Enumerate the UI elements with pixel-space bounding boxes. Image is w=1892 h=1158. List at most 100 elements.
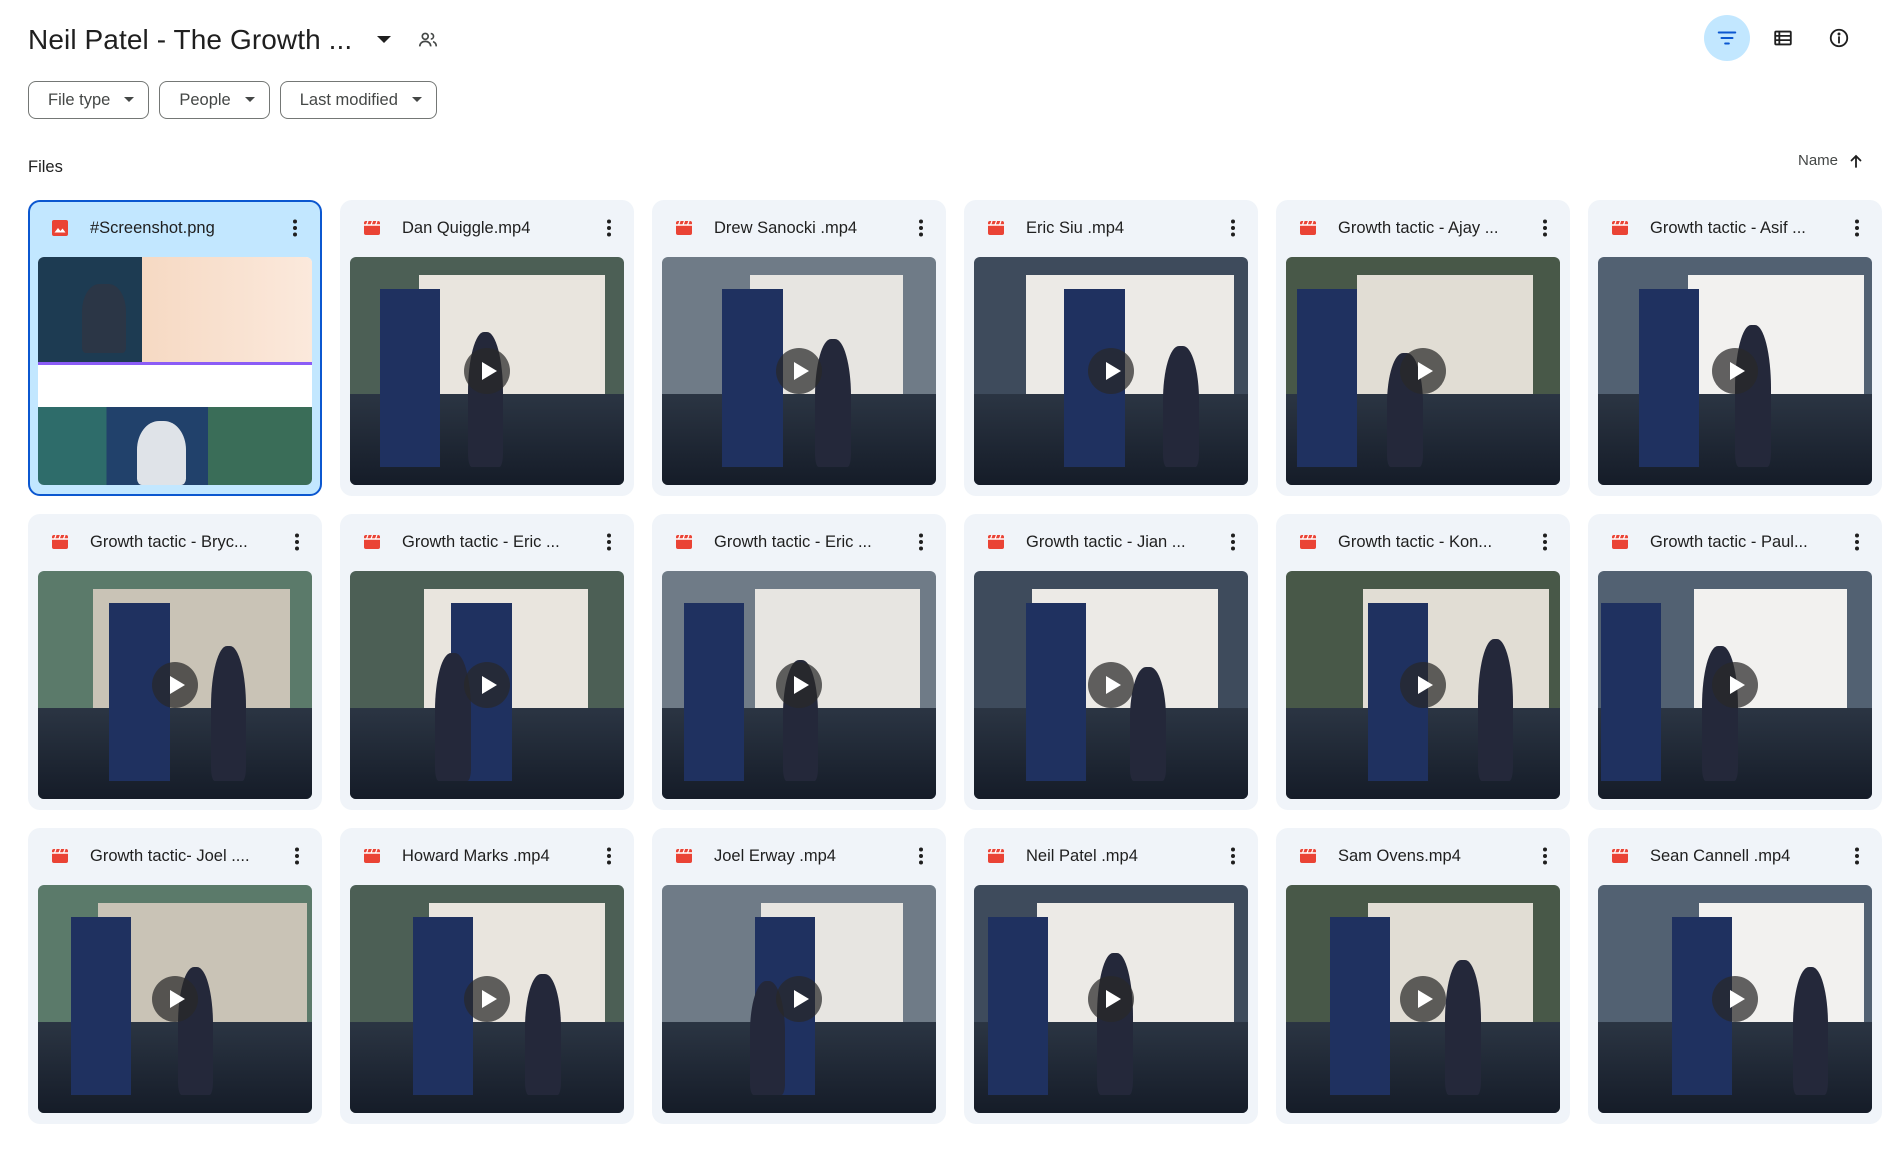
more-vert-icon[interactable] <box>1216 211 1250 245</box>
video-file-icon <box>1298 846 1318 866</box>
file-card[interactable]: Growth tactic - Eric ... <box>340 514 634 810</box>
play-icon[interactable] <box>1712 348 1758 394</box>
file-card[interactable]: Dan Quiggle.mp4 <box>340 200 634 496</box>
more-vert-icon[interactable] <box>1528 211 1562 245</box>
file-card-header: Neil Patel .mp4 <box>964 828 1258 884</box>
people-icon[interactable] <box>410 22 446 58</box>
more-vert-icon[interactable] <box>1840 525 1874 559</box>
file-card[interactable]: Growth tactic - Eric ... <box>652 514 946 810</box>
file-thumbnail[interactable] <box>1286 571 1560 799</box>
more-vert-icon[interactable] <box>592 839 626 873</box>
file-card[interactable]: Joel Erway .mp4 <box>652 828 946 1124</box>
file-card-header: Eric Siu .mp4 <box>964 200 1258 256</box>
play-icon[interactable] <box>1400 662 1446 708</box>
file-name: Growth tactic- Joel .... <box>90 846 250 865</box>
filter-list-icon[interactable] <box>1704 15 1750 61</box>
file-card[interactable]: Growth tactic - Kon... <box>1276 514 1570 810</box>
file-name: Growth tactic - Eric ... <box>714 532 872 551</box>
file-card-header: Growth tactic- Joel .... <box>28 828 322 884</box>
more-vert-icon[interactable] <box>1840 211 1874 245</box>
play-icon[interactable] <box>776 348 822 394</box>
arrow-upward-icon[interactable] <box>1848 153 1864 169</box>
play-icon[interactable] <box>464 662 510 708</box>
file-name: Drew Sanocki .mp4 <box>714 218 858 237</box>
file-card[interactable]: Howard Marks .mp4 <box>340 828 634 1124</box>
list-view-icon[interactable] <box>1760 15 1806 61</box>
play-icon[interactable] <box>1088 662 1134 708</box>
file-card[interactable]: Neil Patel .mp4 <box>964 828 1258 1124</box>
file-card[interactable]: Growth tactic - Bryc... <box>28 514 322 810</box>
file-name: Sean Cannell .mp4 <box>1650 846 1791 865</box>
file-card[interactable]: Growth tactic - Paul... <box>1588 514 1882 810</box>
last-modified-filter[interactable]: Last modified <box>279 81 437 119</box>
file-card[interactable]: Sean Cannell .mp4 <box>1588 828 1882 1124</box>
more-vert-icon[interactable] <box>1528 525 1562 559</box>
file-card[interactable]: Growth tactic - Ajay ... <box>1276 200 1570 496</box>
more-vert-icon[interactable] <box>904 211 938 245</box>
file-thumbnail[interactable] <box>1598 885 1872 1113</box>
file-thumbnail[interactable] <box>974 571 1248 799</box>
file-thumbnail[interactable] <box>1286 885 1560 1113</box>
more-vert-icon[interactable] <box>280 839 314 873</box>
arrow-drop-down-icon[interactable] <box>370 26 398 54</box>
video-file-icon <box>986 846 1006 866</box>
more-vert-icon[interactable] <box>904 525 938 559</box>
file-thumbnail[interactable] <box>1598 257 1872 485</box>
file-thumbnail[interactable] <box>974 885 1248 1113</box>
more-vert-icon[interactable] <box>1528 839 1562 873</box>
file-thumbnail[interactable] <box>662 257 936 485</box>
file-name: #Screenshot.png <box>90 218 215 237</box>
file-type-filter[interactable]: File type <box>28 81 150 119</box>
file-thumbnail[interactable] <box>974 257 1248 485</box>
play-icon[interactable] <box>464 348 510 394</box>
file-card[interactable]: Sam Ovens.mp4 <box>1276 828 1570 1124</box>
file-thumbnail[interactable] <box>1286 257 1560 485</box>
more-vert-icon[interactable] <box>278 211 312 245</box>
file-name: Growth tactic - Asif ... <box>1650 218 1806 237</box>
more-vert-icon[interactable] <box>592 525 626 559</box>
file-thumbnail[interactable] <box>38 571 312 799</box>
file-thumbnail[interactable] <box>350 257 624 485</box>
file-name: Dan Quiggle.mp4 <box>402 218 531 237</box>
file-name: Joel Erway .mp4 <box>714 846 836 865</box>
play-icon[interactable] <box>152 976 198 1022</box>
file-card[interactable]: #Screenshot.png <box>28 200 322 496</box>
play-icon[interactable] <box>1400 348 1446 394</box>
sort-by-name[interactable]: Name <box>1798 152 1864 169</box>
folder-title[interactable]: Neil Patel - The Growth ... <box>28 24 352 56</box>
play-icon[interactable] <box>1712 976 1758 1022</box>
play-icon[interactable] <box>1712 662 1758 708</box>
file-card[interactable]: Eric Siu .mp4 <box>964 200 1258 496</box>
video-file-icon <box>50 846 70 866</box>
play-icon[interactable] <box>776 976 822 1022</box>
play-icon[interactable] <box>1088 976 1134 1022</box>
people-filter[interactable]: People <box>159 81 270 119</box>
file-thumbnail[interactable] <box>38 257 312 485</box>
file-card-header: Growth tactic - Eric ... <box>652 514 946 570</box>
file-thumbnail[interactable] <box>1598 571 1872 799</box>
more-vert-icon[interactable] <box>904 839 938 873</box>
info-icon[interactable] <box>1816 15 1862 61</box>
play-icon[interactable] <box>776 662 822 708</box>
more-vert-icon[interactable] <box>1840 839 1874 873</box>
more-vert-icon[interactable] <box>592 211 626 245</box>
file-thumbnail[interactable] <box>662 571 936 799</box>
play-icon[interactable] <box>464 976 510 1022</box>
file-thumbnail[interactable] <box>38 885 312 1113</box>
file-card[interactable]: Growth tactic - Jian ... <box>964 514 1258 810</box>
filter-chips: File type People Last modified <box>28 81 437 119</box>
file-thumbnail[interactable] <box>350 571 624 799</box>
more-vert-icon[interactable] <box>1216 839 1250 873</box>
file-card[interactable]: Growth tactic - Asif ... <box>1588 200 1882 496</box>
file-thumbnail[interactable] <box>662 885 936 1113</box>
play-icon[interactable] <box>1400 976 1446 1022</box>
video-file-icon <box>674 218 694 238</box>
play-icon[interactable] <box>152 662 198 708</box>
file-card[interactable]: Drew Sanocki .mp4 <box>652 200 946 496</box>
more-vert-icon[interactable] <box>280 525 314 559</box>
video-file-icon <box>1298 218 1318 238</box>
play-icon[interactable] <box>1088 348 1134 394</box>
more-vert-icon[interactable] <box>1216 525 1250 559</box>
file-thumbnail[interactable] <box>350 885 624 1113</box>
file-card[interactable]: Growth tactic- Joel .... <box>28 828 322 1124</box>
